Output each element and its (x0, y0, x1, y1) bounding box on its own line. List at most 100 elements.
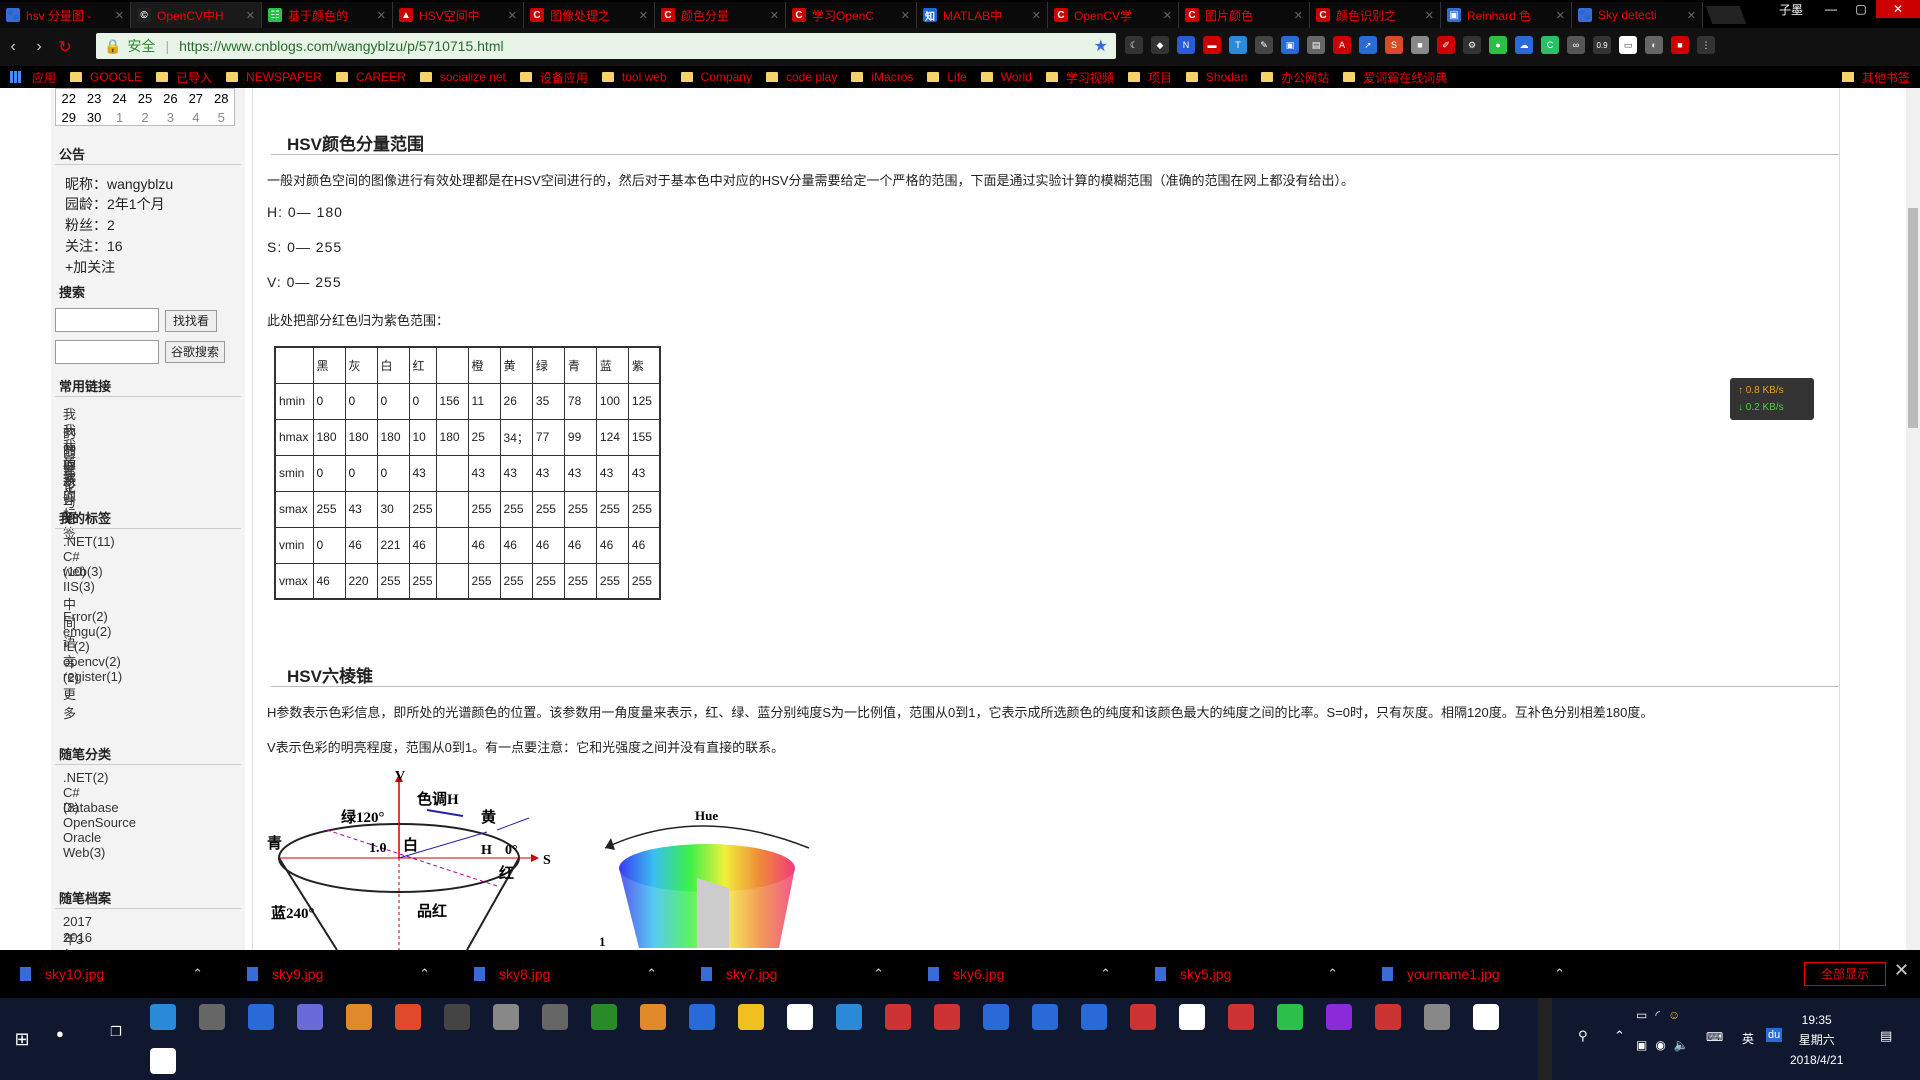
pin-icon[interactable]: ✎ (1255, 36, 1273, 54)
calendar-day[interactable]: 5 (209, 110, 234, 125)
monitor-icon[interactable]: ▣ (1636, 1038, 1647, 1052)
tab-close-icon[interactable]: ✕ (1294, 9, 1303, 22)
calendar-day[interactable]: 27 (183, 91, 208, 106)
google-search-input[interactable] (55, 340, 159, 364)
calculator-icon[interactable] (787, 1004, 813, 1030)
bookmark-item[interactable]: GOOGLE (70, 70, 142, 84)
lock-icon[interactable]: 🔒 (104, 38, 121, 55)
sidebar-link[interactable]: IL(2) (63, 639, 90, 654)
notification-icon[interactable]: ▤ (1880, 1028, 1892, 1044)
battery-icon[interactable]: ▭ (1636, 1008, 1647, 1022)
moon-icon[interactable]: ☾ (1125, 36, 1143, 54)
search-input[interactable] (55, 308, 159, 332)
close-downloads-icon[interactable]: ✕ (1894, 960, 1909, 981)
bookmark-item[interactable]: CAREER (335, 70, 406, 84)
brush-ext-icon[interactable]: ✐ (1437, 36, 1455, 54)
tab-close-icon[interactable]: ✕ (1163, 9, 1172, 22)
back-icon[interactable]: ‹ (0, 38, 26, 56)
image-ext-icon[interactable]: ▣ (1281, 36, 1299, 54)
calendar-day[interactable]: 29 (56, 110, 81, 125)
sidebar-link[interactable]: 我的标签 (63, 466, 76, 542)
page-ext-icon[interactable]: ▭ (1619, 36, 1637, 54)
browser-tab[interactable]: C 图片颜色 ✕ (1179, 2, 1310, 28)
download-menu-icon[interactable]: ⌃ (192, 966, 203, 982)
speed-ext-icon[interactable]: 0.9 (1593, 36, 1611, 54)
sidebar-link[interactable]: Error(2) (63, 609, 108, 624)
sidebar-link[interactable]: Database (63, 800, 119, 815)
cloud-app-icon[interactable] (885, 1004, 911, 1030)
browser-tab[interactable]: C 颜色分量 ✕ (655, 2, 786, 28)
download-item[interactable]: sky10.jpg ⌃ (0, 966, 227, 982)
other-bookmarks[interactable]: 其他书签 (1841, 66, 1910, 88)
tab-close-icon[interactable]: ✕ (1556, 9, 1565, 22)
shield-app-icon[interactable] (738, 1004, 764, 1030)
tab-close-icon[interactable]: ✕ (246, 9, 255, 22)
add-follow-link[interactable]: +加关注 (65, 257, 115, 277)
visual-studio-icon[interactable] (1326, 1004, 1352, 1030)
bookmark-item[interactable]: 办公网站 (1261, 69, 1329, 86)
download-item[interactable]: sky8.jpg ⌃ (454, 966, 681, 982)
calendar-day[interactable]: 4 (183, 110, 208, 125)
tab-close-icon[interactable]: ✕ (1687, 9, 1696, 22)
bookmark-item[interactable]: Company (680, 70, 752, 84)
calendar-day[interactable]: 30 (81, 110, 106, 125)
sidebar-link[interactable]: 2016年10月 (1) (63, 930, 92, 950)
vm-app-icon[interactable] (493, 1004, 519, 1030)
bookmark-item[interactable]: NEWSPAPER (226, 70, 322, 84)
tab-close-icon[interactable]: ✕ (377, 9, 386, 22)
excel-icon[interactable] (640, 1004, 666, 1030)
bookmark-star-icon[interactable]: ★ (1094, 36, 1108, 56)
omnibox[interactable]: 🔒 安全 | https://www.cnblogs.com/wangyblzu… (96, 33, 1116, 59)
person-icon[interactable]: ⚲ (1578, 1028, 1588, 1044)
sidebar-link[interactable]: IIS(3) (63, 579, 95, 594)
forward-icon[interactable]: › (26, 38, 52, 56)
tab-close-icon[interactable]: ✕ (901, 9, 910, 22)
taskbar-scroller[interactable] (1538, 998, 1552, 1080)
tray-chevron-icon[interactable]: ⌃ (1614, 1028, 1625, 1044)
reload-icon[interactable]: ↻ (52, 37, 78, 57)
browser-tab[interactable]: © OpenCV中H ✕ (131, 2, 262, 28)
browser-app-icon[interactable] (836, 1004, 862, 1030)
ime-indicator[interactable]: 英 (1742, 1030, 1754, 1047)
bookmark-item[interactable]: 应用 (0, 69, 56, 86)
chrome-icon[interactable] (1130, 1004, 1156, 1030)
download-item[interactable]: sky9.jpg ⌃ (227, 966, 454, 982)
pdf-app-icon[interactable] (1032, 1004, 1058, 1030)
translate-icon[interactable]: T (1229, 36, 1247, 54)
sidebar-link[interactable]: register(1) (63, 669, 122, 684)
download-menu-icon[interactable]: ⌃ (646, 966, 657, 982)
profile-name[interactable]: 子墨 (1766, 0, 1816, 18)
diamond-icon[interactable]: ◆ (1151, 36, 1169, 54)
close-window-button[interactable]: ✕ (1876, 0, 1920, 18)
square-ext-icon[interactable]: ■ (1411, 36, 1429, 54)
calendar-day[interactable]: 2 (132, 110, 157, 125)
calendar-day[interactable]: 22 (56, 91, 81, 106)
photos-app-icon[interactable] (346, 1004, 372, 1030)
save-app-icon[interactable] (983, 1004, 1009, 1030)
new-extension-icon[interactable]: N (1177, 36, 1195, 54)
url-text[interactable]: https://www.cnblogs.com/wangyblzu/p/5710… (179, 38, 504, 54)
window-thumbnail-icon[interactable] (150, 1048, 176, 1074)
reader-app-icon[interactable] (1375, 1004, 1401, 1030)
red-ext-icon[interactable]: ■ (1671, 36, 1689, 54)
sidebar-link[interactable]: 更多 (63, 684, 76, 722)
cursor-app-icon[interactable] (444, 1004, 470, 1030)
visual-app-icon[interactable] (297, 1004, 323, 1030)
system-clock[interactable]: 19:35 星期六 2018/4/21 (1790, 1010, 1843, 1070)
page-scrollbar[interactable] (1906, 88, 1920, 950)
arrow-ext-icon[interactable]: ➚ (1359, 36, 1377, 54)
bookmark-item[interactable]: 设备应用 (519, 69, 588, 86)
sidebar-link[interactable]: web(3) (63, 564, 103, 579)
notes-app-icon[interactable] (150, 1004, 176, 1030)
new-tab-button[interactable] (1705, 6, 1747, 24)
calendar-day[interactable]: 3 (158, 110, 183, 125)
menu-icon[interactable]: ⋮ (1697, 36, 1715, 54)
bookmark-item[interactable]: Life (927, 70, 967, 84)
tab-close-icon[interactable]: ✕ (639, 9, 648, 22)
db-app-icon[interactable] (1228, 1004, 1254, 1030)
download-item[interactable]: yourname1.jpg ⌃ (1362, 966, 1589, 982)
xmind-icon[interactable] (395, 1004, 421, 1030)
bookmark-item[interactable]: World (980, 70, 1032, 84)
download-item[interactable]: sky6.jpg ⌃ (908, 966, 1135, 982)
minimize-button[interactable]: — (1816, 0, 1846, 18)
